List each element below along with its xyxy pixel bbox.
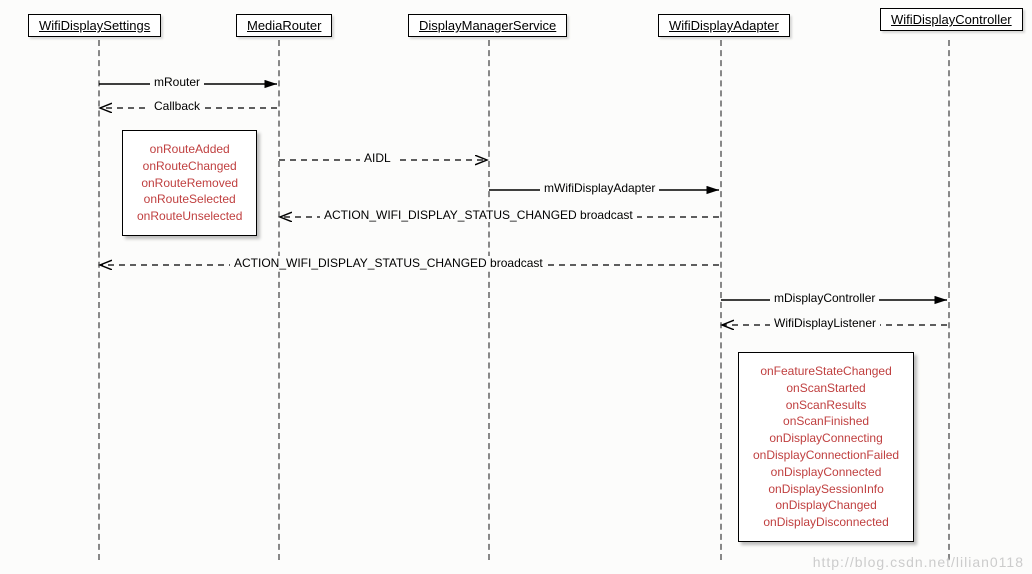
msg-mwifidisplayadapter: mWifiDisplayAdapter bbox=[540, 181, 659, 195]
note-line: onDisplaySessionInfo bbox=[753, 481, 899, 498]
note-line: onDisplayConnectionFailed bbox=[753, 447, 899, 464]
lifeline-p4 bbox=[720, 40, 722, 560]
participant-wifidisplaycontroller: WifiDisplayController bbox=[880, 8, 1023, 31]
lifeline-p1 bbox=[98, 40, 100, 560]
msg-broadcast2: ACTION_WIFI_DISPLAY_STATUS_CHANGED broad… bbox=[230, 256, 547, 270]
note-line: onRouteAdded bbox=[137, 141, 242, 158]
note-line: onDisplayChanged bbox=[753, 497, 899, 514]
lifeline-p5 bbox=[948, 40, 950, 560]
watermark: http://blog.csdn.net/lilian0118 bbox=[813, 554, 1024, 570]
msg-broadcast1: ACTION_WIFI_DISPLAY_STATUS_CHANGED broad… bbox=[320, 208, 637, 222]
note-line: onRouteSelected bbox=[137, 191, 242, 208]
note-line: onDisplayDisconnected bbox=[753, 514, 899, 531]
note-line: onScanFinished bbox=[753, 413, 899, 430]
note-line: onRouteChanged bbox=[137, 158, 242, 175]
note-line: onScanResults bbox=[753, 397, 899, 414]
msg-mrouter: mRouter bbox=[150, 75, 204, 89]
lifeline-p2 bbox=[278, 40, 280, 560]
participant-mediarouter: MediaRouter bbox=[236, 14, 332, 37]
note-line: onFeatureStateChanged bbox=[753, 363, 899, 380]
note-display-listener: onFeatureStateChanged onScanStarted onSc… bbox=[738, 352, 914, 542]
note-line: onScanStarted bbox=[753, 380, 899, 397]
participant-wifidisplayadapter: WifiDisplayAdapter bbox=[658, 14, 790, 37]
note-line: onRouteUnselected bbox=[137, 208, 242, 225]
note-line: onDisplayConnecting bbox=[753, 430, 899, 447]
participant-displaymanagerservice: DisplayManagerService bbox=[408, 14, 567, 37]
msg-mdisplaycontroller: mDisplayController bbox=[770, 291, 879, 305]
msg-callback: Callback bbox=[150, 99, 204, 113]
note-router-callbacks: onRouteAdded onRouteChanged onRouteRemov… bbox=[122, 130, 257, 236]
participant-wifidisplaysettings: WifiDisplaySettings bbox=[28, 14, 161, 37]
msg-wifidisplaylistener: WifiDisplayListener bbox=[770, 316, 880, 330]
msg-aidl: AIDL bbox=[360, 151, 395, 165]
note-line: onDisplayConnected bbox=[753, 464, 899, 481]
note-line: onRouteRemoved bbox=[137, 175, 242, 192]
lifeline-p3 bbox=[488, 40, 490, 560]
